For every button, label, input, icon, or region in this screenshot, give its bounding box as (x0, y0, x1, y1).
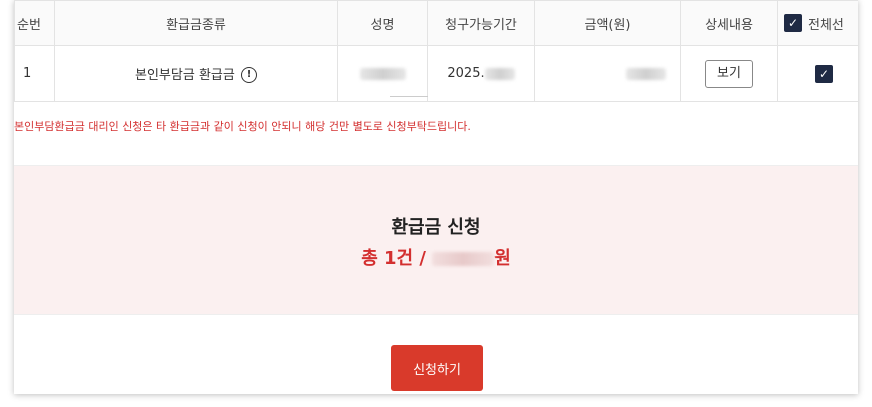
info-circle-icon[interactable]: ! (240, 67, 257, 84)
header-type: 환급금종류 (54, 0, 338, 46)
view-detail-button[interactable]: 보기 (705, 59, 753, 88)
divider (390, 96, 428, 97)
row-no: 1 (14, 45, 55, 102)
header-select-all[interactable]: ✓ 전체선 (777, 0, 858, 46)
redacted-amount (626, 67, 666, 80)
header-amount: 금액(원) (534, 0, 681, 46)
redacted-period (484, 67, 515, 80)
row-name (337, 45, 428, 102)
summary-box: 환급금 신청 총 1건 / 원 (14, 165, 858, 315)
select-all-label: 전체선 (808, 17, 844, 33)
select-all-checkbox[interactable]: ✓ (784, 14, 802, 32)
row-amount (534, 45, 681, 102)
summary-total: 총 1건 / 원 (14, 244, 858, 270)
row-checkbox[interactable]: ✓ (815, 64, 833, 83)
refund-application-panel: 순번 환급금종류 성명 청구가능기간 금액(원) 상세내용 ✓ 전체선 1 본인… (14, 0, 858, 394)
header-no: 순번 (14, 0, 55, 46)
header-name: 성명 (337, 0, 428, 46)
row-type: 본인부담금 환급금 ! (54, 45, 338, 102)
summary-title: 환급금 신청 (391, 217, 481, 238)
redacted-name (359, 67, 406, 80)
row-type-label: 본인부담금 환급금 (135, 67, 235, 83)
row-select[interactable]: ✓ (777, 45, 858, 102)
proxy-notice: 본인부담환급금 대리인 신청은 타 환급금과 같이 신청이 안되니 해당 건만 … (14, 120, 471, 133)
refund-table: 순번 환급금종류 성명 청구가능기간 금액(원) 상세내용 ✓ 전체선 1 본인… (14, 0, 858, 102)
summary-count: 총 1건 / (361, 248, 426, 269)
header-period: 청구가능기간 (427, 0, 535, 46)
row-period: 2025. (427, 45, 535, 102)
table-header-row: 순번 환급금종류 성명 청구가능기간 금액(원) 상세내용 ✓ 전체선 (14, 0, 858, 46)
header-detail: 상세내용 (680, 0, 778, 46)
apply-button[interactable]: 신청하기 (391, 345, 483, 391)
redacted-total-amount (432, 252, 495, 266)
row-period-label: 2025. (447, 66, 485, 81)
row-detail: 보기 (680, 45, 778, 102)
summary-unit: 원 (494, 248, 511, 269)
table-row: 1 본인부담금 환급금 ! 2025. 보기 ✓ (14, 45, 858, 102)
